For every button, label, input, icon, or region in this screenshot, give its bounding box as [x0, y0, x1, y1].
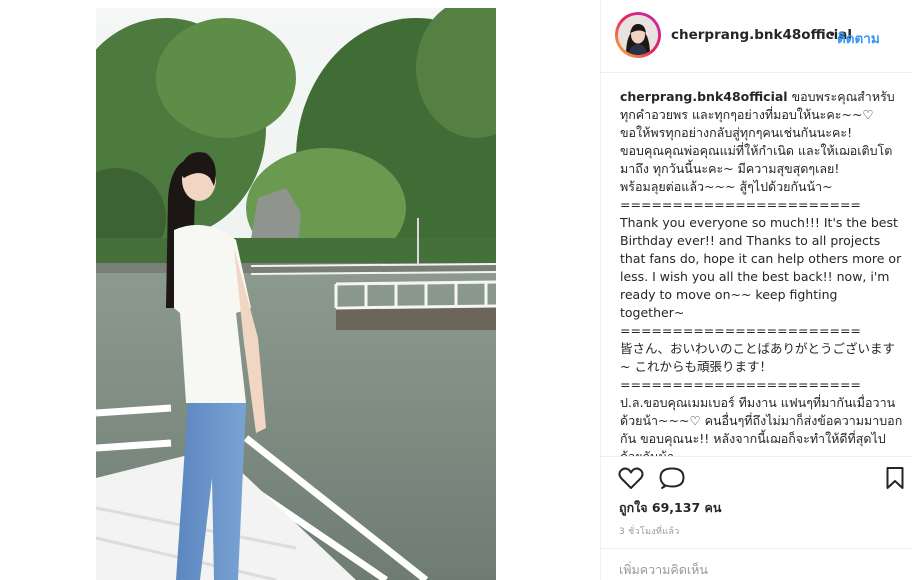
caption-username[interactable]: cherprang.bnk48official	[620, 89, 788, 104]
bookmark-icon[interactable]	[882, 466, 908, 490]
heart-icon[interactable]	[618, 466, 644, 490]
follow-button[interactable]: ติดตาม	[837, 27, 880, 49]
username-link[interactable]: cherprang.bnk48official	[671, 27, 852, 43]
post-photo-panel	[0, 0, 600, 580]
comment-divider	[601, 548, 912, 549]
post-timestamp[interactable]: 3 ชั่วโมงที่แล้ว	[619, 524, 680, 538]
add-comment-input[interactable]: เพิ่มความคิดเห็น	[619, 560, 899, 580]
avatar-image	[618, 15, 658, 55]
likes-count[interactable]: ถูกใจ 69,137 คน	[619, 498, 721, 518]
caption-text: ขอบพระคุณสำหรับทุกคำอวยพร และทุกๆอย่างที…	[620, 89, 903, 456]
separator-dot: •	[828, 27, 837, 43]
comment-icon[interactable]	[659, 466, 685, 490]
panel-divider	[600, 0, 601, 580]
avatar[interactable]	[615, 12, 661, 58]
post-header: cherprang.bnk48official • ติดตาม	[601, 0, 912, 73]
post-photo[interactable]	[96, 8, 496, 580]
actions-divider	[601, 456, 912, 457]
post-caption: cherprang.bnk48official ขอบพระคุณสำหรับท…	[620, 88, 904, 456]
